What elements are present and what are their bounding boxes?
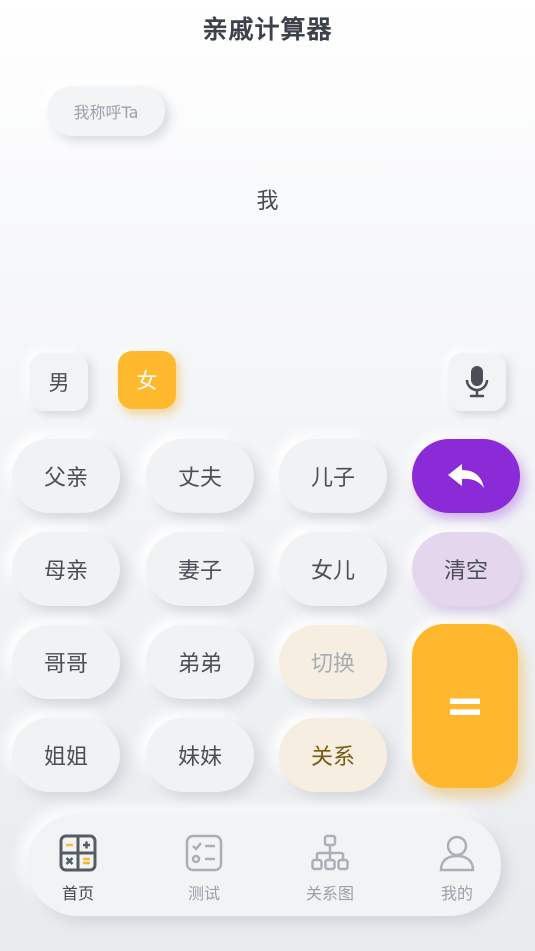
org-chart-icon bbox=[311, 834, 349, 871]
switch-button[interactable]: 切换 bbox=[279, 625, 387, 699]
microphone-icon bbox=[465, 366, 489, 398]
relation-button[interactable]: 关系 bbox=[279, 718, 387, 792]
nav-item-relation-graph[interactable]: 关系图 bbox=[290, 834, 370, 904]
key-younger-brother[interactable]: 弟弟 bbox=[146, 625, 254, 699]
key-daughter[interactable]: 女儿 bbox=[279, 532, 387, 606]
nav-item-test[interactable]: 测试 bbox=[164, 834, 244, 904]
key-wife[interactable]: 妻子 bbox=[146, 532, 254, 606]
key-younger-sister[interactable]: 妹妹 bbox=[146, 718, 254, 792]
reply-arrow-icon bbox=[448, 464, 484, 488]
key-father[interactable]: 父亲 bbox=[12, 439, 120, 513]
nav-item-profile[interactable]: 我的 bbox=[417, 834, 497, 904]
mode-toggle-chip[interactable]: 我称呼Ta bbox=[47, 86, 165, 136]
nav-label-relation-graph: 关系图 bbox=[305, 884, 354, 903]
key-son[interactable]: 儿子 bbox=[279, 439, 387, 513]
gender-male-button[interactable]: 男 bbox=[30, 353, 88, 411]
key-mother[interactable]: 母亲 bbox=[12, 532, 120, 606]
equals-button[interactable]: = bbox=[412, 624, 518, 788]
nav-label-profile: 我的 bbox=[440, 884, 473, 903]
nav-label-test: 测试 bbox=[187, 884, 220, 903]
key-husband[interactable]: 丈夫 bbox=[146, 439, 254, 513]
calculator-icon bbox=[59, 834, 97, 872]
expression-display: 我 bbox=[256, 189, 279, 214]
user-icon bbox=[439, 835, 475, 872]
clear-button[interactable]: 清空 bbox=[412, 532, 520, 606]
page-title: 亲戚计算器 bbox=[202, 15, 333, 44]
key-elder-sister[interactable]: 姐姐 bbox=[12, 718, 120, 792]
checklist-icon bbox=[185, 834, 223, 872]
bottom-nav: 首页 测试 关系图 我的 bbox=[27, 814, 501, 916]
nav-item-home[interactable]: 首页 bbox=[38, 834, 118, 904]
voice-input-button[interactable] bbox=[448, 353, 506, 411]
nav-label-home: 首页 bbox=[61, 884, 94, 903]
backspace-button[interactable] bbox=[412, 439, 520, 513]
key-elder-brother[interactable]: 哥哥 bbox=[12, 625, 120, 699]
gender-female-button[interactable]: 女 bbox=[118, 351, 176, 409]
